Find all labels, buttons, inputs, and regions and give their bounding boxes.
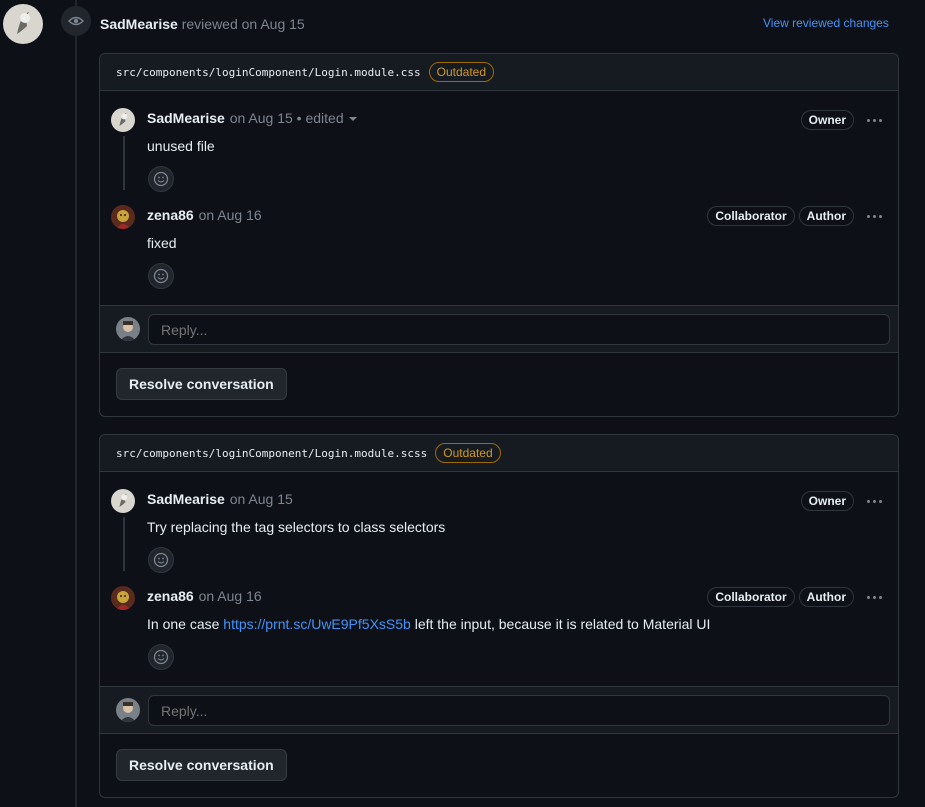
smiley-icon[interactable] [148, 166, 174, 192]
smiley-icon[interactable] [148, 263, 174, 289]
review-action: reviewed on Aug 15 [177, 16, 305, 32]
resolve-row: Resolve conversation [100, 733, 898, 797]
current-user-avatar [116, 698, 140, 722]
comment-author[interactable]: zena86 [147, 207, 194, 223]
kebab-icon[interactable] [862, 492, 886, 510]
comment-text-prefix: In one case [147, 616, 224, 632]
reply-row [100, 686, 898, 733]
resolve-row: Resolve conversation [100, 352, 898, 416]
outdated-badge: Outdated [435, 443, 501, 463]
comment-author[interactable]: zena86 [147, 588, 194, 604]
eye-icon [61, 6, 91, 36]
reply-input[interactable] [148, 695, 890, 726]
comment-avatar[interactable] [111, 205, 135, 229]
comment-header: zena86 on Aug 16 [147, 207, 262, 223]
file-path-link[interactable]: src/components/loginComponent/Login.modu… [116, 66, 421, 79]
resolve-conversation-button[interactable]: Resolve conversation [116, 368, 287, 400]
collaborator-label: Collaborator [707, 587, 795, 607]
comment: SadMearise on Aug 15 Owner Try replacing… [100, 472, 898, 573]
comment-header: SadMearise on Aug 15 [147, 491, 293, 507]
comment-avatar[interactable] [111, 489, 135, 513]
review-thread: src/components/loginComponent/Login.modu… [99, 53, 899, 417]
timeline-line [75, 0, 77, 807]
comment-text-suffix: left the input, because it is related to… [410, 616, 711, 632]
kebab-icon[interactable] [862, 111, 886, 129]
comment-body: In one case https://prnt.sc/UwE9Pf5XsS5b… [147, 616, 710, 632]
thread-connector [123, 517, 125, 571]
author-label: Author [798, 206, 854, 226]
comment-link[interactable]: https://prnt.sc/UwE9Pf5XsS5b [223, 616, 411, 632]
comment-body: Try replacing the tag selectors to class… [147, 519, 446, 535]
comment-meta: on Aug 15 [225, 491, 293, 507]
comment-labels: Collaborator Author [707, 587, 886, 607]
reply-row [100, 305, 898, 352]
comment-body: fixed [147, 235, 177, 251]
comment-header: zena86 on Aug 16 [147, 588, 262, 604]
comment-header: SadMearise on Aug 15 • edited [147, 110, 357, 126]
owner-label: Owner [800, 110, 854, 130]
comment-meta: on Aug 15 • edited [225, 110, 344, 126]
kebab-icon[interactable] [862, 588, 886, 606]
review-author[interactable]: SadMearise [100, 16, 178, 32]
review-thread: src/components/loginComponent/Login.modu… [99, 434, 899, 798]
smiley-icon[interactable] [148, 644, 174, 670]
outdated-badge: Outdated [428, 62, 495, 82]
thread-file-header: src/components/loginComponent/Login.modu… [100, 435, 898, 472]
comment-author[interactable]: SadMearise [147, 491, 225, 507]
kebab-icon[interactable] [862, 207, 886, 225]
resolve-conversation-button[interactable]: Resolve conversation [116, 749, 287, 781]
comment-labels: Owner [800, 110, 886, 130]
thread-file-header: src/components/loginComponent/Login.modu… [100, 54, 898, 91]
comment: SadMearise on Aug 15 • edited Owner unus… [100, 91, 898, 192]
smiley-icon[interactable] [148, 547, 174, 573]
current-user-avatar [116, 317, 140, 341]
author-label: Author [798, 587, 854, 607]
file-path-link[interactable]: src/components/loginComponent/Login.modu… [116, 447, 427, 460]
caret-down-icon[interactable] [348, 117, 357, 122]
reply-input[interactable] [148, 314, 890, 345]
owner-label: Owner [800, 491, 854, 511]
comment: zena86 on Aug 16 Collaborator Author fix… [100, 190, 898, 289]
comment: zena86 on Aug 16 Collaborator Author In … [100, 571, 898, 670]
comment-labels: Owner [800, 491, 886, 511]
review-header: SadMearise reviewed on Aug 15 [100, 16, 305, 32]
comment-author[interactable]: SadMearise [147, 110, 225, 126]
comment-body: unused file [147, 138, 215, 154]
comment-meta: on Aug 16 [194, 207, 262, 223]
comment-labels: Collaborator Author [707, 206, 886, 226]
comment-meta: on Aug 16 [194, 588, 262, 604]
reviewer-avatar[interactable] [3, 4, 43, 44]
thread-connector [123, 136, 125, 190]
view-reviewed-changes-link[interactable]: View reviewed changes [763, 16, 889, 30]
comment-avatar[interactable] [111, 586, 135, 610]
collaborator-label: Collaborator [707, 206, 795, 226]
comment-avatar[interactable] [111, 108, 135, 132]
